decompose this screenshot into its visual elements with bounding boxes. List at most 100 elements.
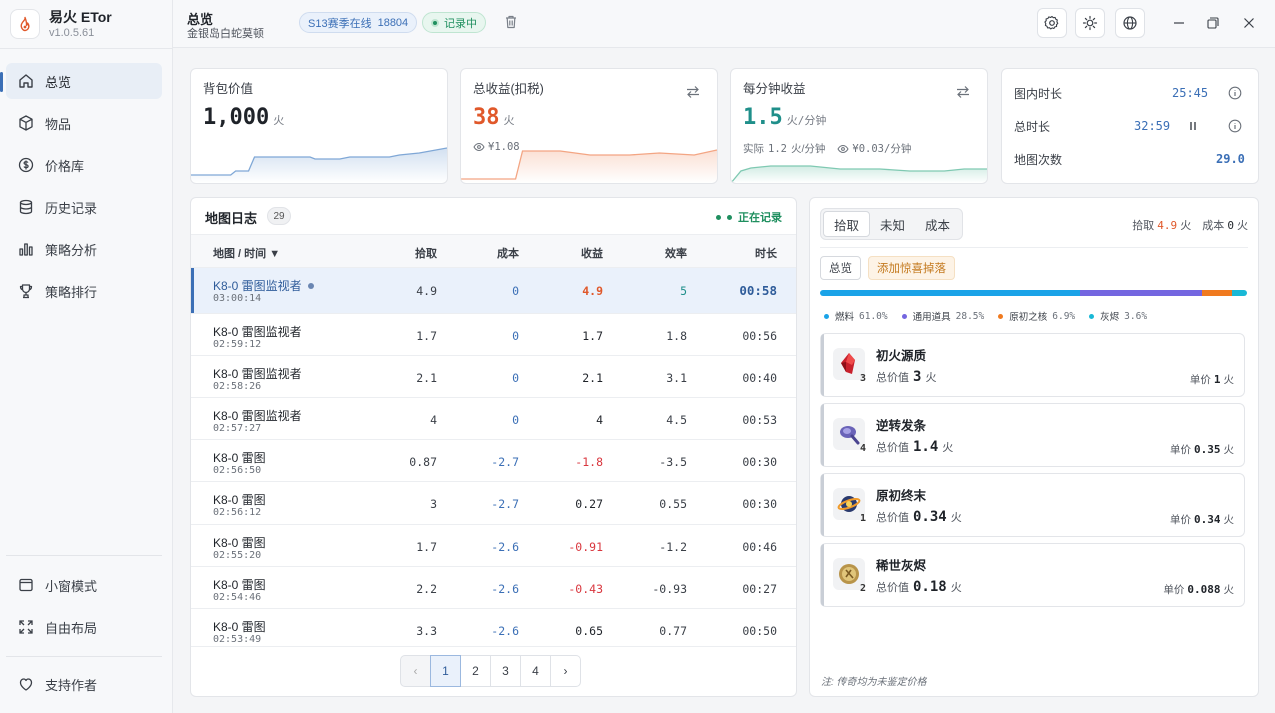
trophy-icon	[19, 284, 33, 299]
nav-label: 自由布局	[45, 620, 98, 636]
nav-item-analysis[interactable]: 策略分析	[6, 231, 162, 267]
row-cost: 0	[512, 413, 519, 427]
next-page-button[interactable]: ›	[550, 655, 581, 687]
row-efficiency: -1.2	[659, 540, 687, 554]
column-header-cost[interactable]: 成本	[497, 245, 519, 261]
nav-item-ranking[interactable]: 策略排行	[6, 273, 162, 309]
page-button-3[interactable]: 3	[490, 655, 521, 687]
row-pickup: 4	[430, 413, 437, 427]
drop-item-card[interactable]: 4 逆转发条 总价值 1.4 火 单价 0.35 火	[820, 403, 1245, 467]
row-duration: 00:27	[742, 582, 777, 596]
nav-item-prices[interactable]: 价格库	[6, 147, 162, 183]
legend-percent: 61.0%	[859, 310, 888, 322]
column-header-map-time[interactable]: 地图 / 时间 ▼	[213, 245, 280, 261]
page-button-2[interactable]: 2	[460, 655, 491, 687]
info-icon[interactable]	[1228, 119, 1242, 133]
nav-label: 总览	[45, 74, 72, 90]
drop-item-name: 初火源质	[876, 349, 927, 363]
filter-overview-button[interactable]: 总览	[820, 256, 861, 280]
table-row[interactable]: K8-0 雷图 02:56:50 0.87 -2.7 -1.8 -3.5 00:…	[191, 440, 796, 482]
page-button-4[interactable]: 4	[520, 655, 551, 687]
table-row[interactable]: K8-0 雷图监视者 03:00:14 4.9 0 4.9 5 00:58	[191, 268, 796, 314]
total-profit-card: 总收益(扣税) 38 火 ¥1.08	[460, 68, 718, 184]
table-row[interactable]: K8-0 雷图 02:56:12 3 -2.7 0.27 0.55 00:30	[191, 482, 796, 525]
legend-percent: 28.5%	[955, 310, 985, 322]
profit-per-minute-card: 每分钟收益 1.5 火/分钟 实际 1.2 火/分钟 ¥0.03/分钟	[730, 68, 988, 184]
main-nav: 总览 物品 价格库 历史记录 策略分析 策略排行	[6, 63, 162, 315]
nav-item-items[interactable]: 物品	[6, 105, 162, 141]
pause-icon[interactable]	[1186, 119, 1200, 133]
drop-item-card[interactable]: 3 初火源质 总价值 3 火 单价 1 火	[820, 333, 1245, 397]
total-time-row: 总时长 32:59	[1014, 116, 1246, 136]
row-duration: 00:46	[742, 540, 777, 554]
nav-item-history[interactable]: 历史记录	[6, 189, 162, 225]
trash-icon[interactable]	[503, 14, 519, 30]
swap-icon[interactable]	[685, 85, 701, 99]
tab-unknown[interactable]: 未知	[870, 211, 915, 237]
table-row[interactable]: K8-0 雷图监视者 02:58:26 2.1 0 2.1 3.1 00:40	[191, 356, 796, 398]
row-pickup: 3.3	[416, 624, 437, 638]
theme-toggle-button[interactable]	[1075, 8, 1105, 38]
database-icon	[19, 199, 33, 215]
row-time: 02:55:20	[213, 550, 262, 561]
table-row[interactable]: K8-0 雷图监视者 02:57:27 4 0 4 4.5 00:53	[191, 398, 796, 440]
gear-icon	[1044, 15, 1059, 30]
profit-per-minute-number: 1.5	[743, 105, 783, 130]
column-header-duration[interactable]: 时长	[755, 245, 777, 261]
nav-item-overview[interactable]: 总览	[6, 63, 162, 99]
table-row[interactable]: K8-0 雷图 02:53:49 3.3 -2.6 0.65 0.77 00:5…	[191, 609, 796, 647]
total-unit: 火	[950, 512, 962, 524]
sun-icon	[1082, 15, 1098, 31]
legend-dot-icon	[901, 313, 907, 319]
minimize-window-button[interactable]	[1169, 13, 1189, 33]
season-label: S13赛季在线	[308, 17, 372, 30]
table-row[interactable]: K8-0 雷图 02:55:20 1.7 -2.6 -0.91 -1.2 00:…	[191, 525, 796, 567]
settings-button[interactable]	[1037, 8, 1067, 38]
flame-logo-icon	[10, 9, 40, 39]
unit-price-value: 0.35	[1194, 443, 1221, 456]
swap-icon[interactable]	[955, 85, 971, 99]
legend-name: 通用道具	[912, 312, 951, 323]
page-button-1[interactable]: 1	[430, 655, 461, 687]
profit-per-minute-unit: 火/分钟	[786, 114, 827, 127]
legend-percent: 6.9%	[1052, 310, 1076, 322]
cost-summary-value: 0	[1227, 219, 1234, 232]
total-label: 总价值	[876, 372, 909, 384]
table-row[interactable]: K8-0 雷图 02:54:46 2.2 -2.6 -0.43 -0.93 00…	[191, 567, 796, 609]
support-author-button[interactable]: 支持作者	[6, 666, 162, 702]
total-value: 0.18	[913, 579, 947, 595]
column-header-efficiency[interactable]: 效率	[665, 245, 687, 261]
close-window-button[interactable]	[1239, 13, 1259, 33]
bag-value-label: 背包价值	[203, 82, 254, 96]
info-icon[interactable]	[1228, 86, 1242, 100]
row-efficiency: 0.55	[659, 497, 687, 511]
column-header-pickup[interactable]: 拾取	[415, 245, 437, 261]
total-profit-label: 总收益(扣税)	[473, 82, 544, 96]
legend-item: 通用道具 28.5%	[901, 309, 985, 323]
season-online-badge: S13赛季在线 18804	[299, 12, 418, 33]
row-profit: 4	[596, 413, 603, 427]
column-header-profit[interactable]: 收益	[581, 245, 603, 261]
row-map-name: K8-0 雷图监视者	[213, 325, 302, 339]
map-count-label: 地图次数	[1014, 152, 1063, 167]
nav-item-mini-window[interactable]: 小窗模式	[6, 567, 162, 603]
nav-item-free-layout[interactable]: 自由布局	[6, 609, 162, 645]
legend-item: 燃料 61.0%	[824, 309, 888, 323]
language-button[interactable]	[1115, 8, 1145, 38]
add-surprise-drop-button[interactable]: 添加惊喜掉落	[868, 256, 955, 280]
prev-page-button[interactable]: ‹	[400, 655, 431, 687]
drop-item-card[interactable]: 2 稀世灰烬 总价值 0.18 火 单价 0.088 火	[820, 543, 1245, 607]
row-pickup: 2.2	[416, 582, 437, 596]
drop-item-card[interactable]: 1 原初终末 总价值 0.34 火 单价 0.34 火	[820, 473, 1245, 537]
table-row[interactable]: K8-0 雷图监视者 02:59:12 1.7 0 1.7 1.8 00:56	[191, 314, 796, 356]
app-version: v1.0.5.61	[49, 26, 95, 39]
tab-pickup[interactable]: 拾取	[823, 211, 871, 237]
restore-window-button[interactable]	[1203, 13, 1223, 33]
row-map-name: K8-0 雷图	[213, 536, 266, 550]
row-profit: 1.7	[582, 329, 603, 343]
tab-cost[interactable]: 成本	[915, 211, 960, 237]
in-map-time-label: 图内时长	[1014, 86, 1063, 101]
legend-percent: 3.6%	[1124, 310, 1148, 322]
nav-active-indicator	[0, 72, 3, 92]
legend-name: 原初之核	[1009, 312, 1048, 323]
